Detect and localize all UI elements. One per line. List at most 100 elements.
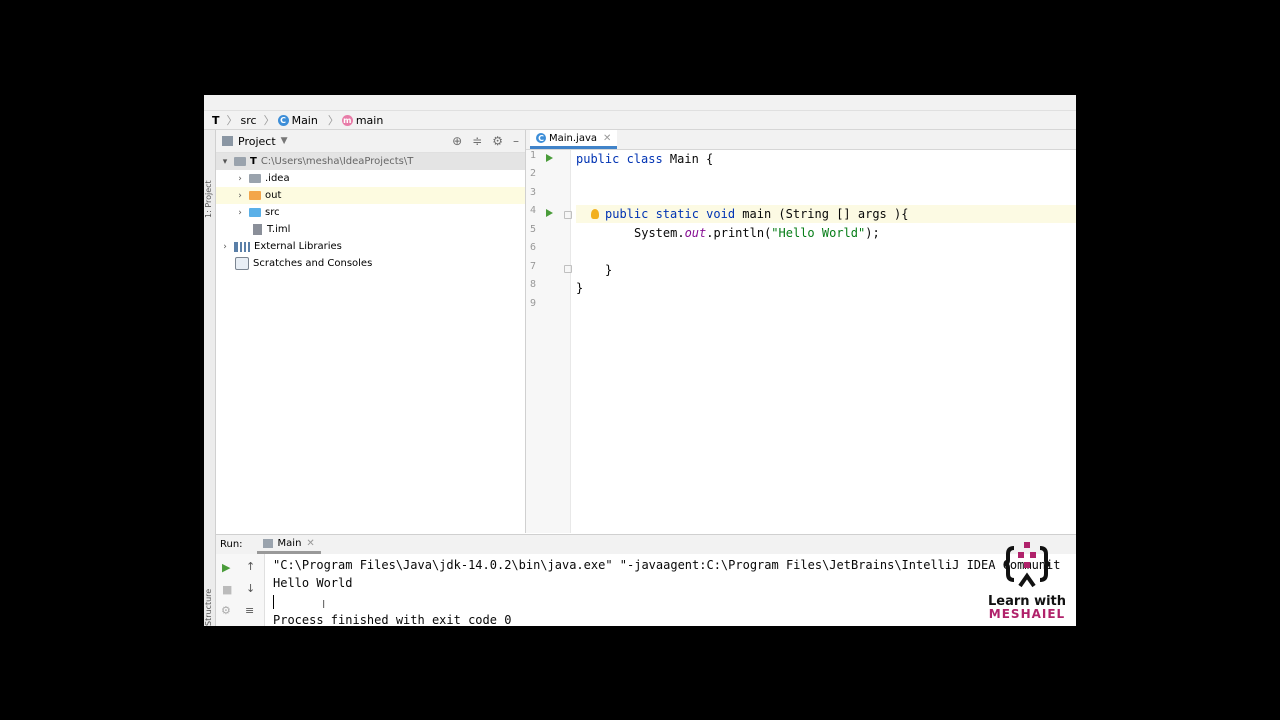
code-editor: C Main.java ✕ 1 2 3 4 5 6 7 8 9 public c… <box>526 130 1076 533</box>
code-text: main (String [] args ){ <box>735 207 909 221</box>
line-number: 3 <box>529 187 536 198</box>
tree-item-label: T.iml <box>267 224 291 235</box>
code-line-4: public static void main (String [] args … <box>576 205 1076 223</box>
collapse-all-icon[interactable]: ≑ <box>472 134 482 148</box>
settings-icon[interactable]: ⚙ <box>221 604 231 617</box>
chevron-down-icon[interactable]: ▾ <box>220 157 230 167</box>
code-line-5: System.out.println("Hello World"); <box>634 224 880 242</box>
folder-icon <box>234 157 246 166</box>
breadcrumb-class-label: Main <box>291 113 318 127</box>
tree-item-label: .idea <box>265 173 290 184</box>
breadcrumb-method[interactable]: m main <box>341 113 386 127</box>
fold-icon[interactable] <box>564 211 572 219</box>
chevron-right-icon[interactable]: › <box>235 191 245 201</box>
menu-strip <box>204 95 1076 111</box>
project-panel: Project ▼ ⊕ ≑ ⚙ – ▾ T C:\Users\mesha\Ide… <box>216 130 526 533</box>
project-tool-tab[interactable]: 1: Project <box>204 138 215 218</box>
logo-mark-icon <box>1003 542 1051 588</box>
code-line-7: } <box>605 263 613 277</box>
chevron-right-icon[interactable]: › <box>235 174 245 184</box>
close-icon[interactable]: ✕ <box>306 538 314 549</box>
breadcrumb-method-label: main <box>355 113 384 127</box>
gear-icon[interactable]: ⚙ <box>492 134 503 148</box>
arrow-down-icon[interactable]: ↓ <box>246 582 255 595</box>
watermark-logo: Learn with MESHAIEL <box>978 540 1076 624</box>
stop-icon[interactable]: ■ <box>222 583 232 596</box>
tab-label: Main.java <box>549 132 598 144</box>
tree-item-iml[interactable]: T.iml <box>216 221 525 238</box>
folder-icon <box>249 191 261 200</box>
code-line-8: } <box>576 281 584 295</box>
tree-root-name: T <box>250 156 257 167</box>
run-class-icon[interactable] <box>546 154 553 162</box>
code-line-1: public class Main { <box>576 150 713 168</box>
tree-item-label: External Libraries <box>254 241 342 252</box>
run-tab-main[interactable]: Main ✕ <box>256 535 321 554</box>
tree-item-root[interactable]: ▾ T C:\Users\mesha\IdeaProjects\T <box>216 153 525 170</box>
run-label: Run: <box>220 539 243 550</box>
project-panel-header: Project ▼ ⊕ ≑ ⚙ – <box>216 130 525 153</box>
tree-item-out[interactable]: › out <box>216 187 525 204</box>
breadcrumb-separator: 〉 <box>327 114 339 127</box>
project-panel-title[interactable]: Project <box>238 135 276 148</box>
breadcrumb-separator: 〉 <box>226 114 238 127</box>
line-number: 4 <box>529 205 536 216</box>
tree-item-src[interactable]: › src <box>216 204 525 221</box>
console-line: Process finished with exit code 0 <box>273 613 512 626</box>
breadcrumb-project[interactable]: T <box>212 114 220 127</box>
line-number: 7 <box>529 261 536 272</box>
tree-root-path: C:\Users\mesha\IdeaProjects\T <box>260 156 414 167</box>
intention-bulb-icon[interactable] <box>591 209 599 219</box>
breadcrumb-class[interactable]: C Main <box>277 113 321 127</box>
run-tab-label: Main <box>277 537 302 549</box>
tree-item-external-libraries[interactable]: › External Libraries <box>216 238 525 255</box>
soft-wrap-icon[interactable]: ≡ <box>245 604 254 617</box>
run-toolbar: Run: Main ✕ <box>216 534 1076 554</box>
method-icon: m <box>341 114 353 126</box>
keyword: public class <box>576 152 663 166</box>
run-main-icon[interactable] <box>546 209 553 217</box>
scratches-icon <box>235 257 249 270</box>
console-line: Hello World <box>273 576 353 590</box>
tree-item-idea[interactable]: › .idea <box>216 170 525 187</box>
tree-item-label: src <box>265 207 280 218</box>
close-icon[interactable]: ✕ <box>603 133 611 144</box>
folder-icon <box>249 174 261 183</box>
arrow-up-icon[interactable]: ↑ <box>246 560 255 573</box>
run-config-icon <box>262 538 273 548</box>
tab-main-java[interactable]: C Main.java ✕ <box>530 130 618 149</box>
run-console[interactable]: ▶ ■ ⚙ ↑ ↓ ≡ "C:\Program Files\Java\jdk-1… <box>216 554 1076 626</box>
rerun-icon[interactable]: ▶ <box>222 561 230 574</box>
chevron-right-icon[interactable]: › <box>235 208 245 218</box>
fold-icon[interactable] <box>564 265 572 273</box>
tree-item-label: out <box>265 190 282 201</box>
chevron-down-icon[interactable]: ▼ <box>281 136 288 146</box>
project-icon <box>222 136 233 146</box>
mouse-cursor-icon: I <box>322 598 326 611</box>
ide-window: T 〉 src 〉 C Main 〉 m main 1: Project Struc… <box>204 95 1076 626</box>
tree-item-label: Scratches and Consoles <box>253 258 373 269</box>
file-icon <box>253 224 262 235</box>
tree-item-scratches[interactable]: Scratches and Consoles <box>216 255 525 272</box>
string-literal: "Hello World" <box>771 226 866 240</box>
folder-icon <box>249 208 261 217</box>
locate-icon[interactable]: ⊕ <box>452 134 462 148</box>
structure-tool-tab[interactable]: Structure <box>204 580 215 626</box>
text-caret <box>273 595 274 609</box>
library-icon <box>234 241 250 252</box>
watermark-line2: MESHAIEL <box>988 607 1066 621</box>
console-tools: ▶ ■ ⚙ ↑ ↓ ≡ <box>216 554 265 626</box>
code-text: .println( <box>706 226 772 240</box>
breadcrumb-src[interactable]: src <box>241 114 257 127</box>
line-number: 6 <box>529 242 536 253</box>
breadcrumb: T 〉 src 〉 C Main 〉 m main <box>204 111 1076 130</box>
line-number: 5 <box>529 224 536 235</box>
console-line: "C:\Program Files\Java\jdk-14.0.2\bin\ja… <box>273 558 1061 572</box>
breadcrumb-separator: 〉 <box>263 114 275 127</box>
class-icon: C <box>277 114 289 126</box>
java-class-icon: C <box>536 133 546 143</box>
line-number: 2 <box>529 168 536 179</box>
chevron-right-icon[interactable]: › <box>220 242 230 252</box>
static-field: out <box>684 226 707 240</box>
minimize-icon[interactable]: – <box>513 134 519 148</box>
